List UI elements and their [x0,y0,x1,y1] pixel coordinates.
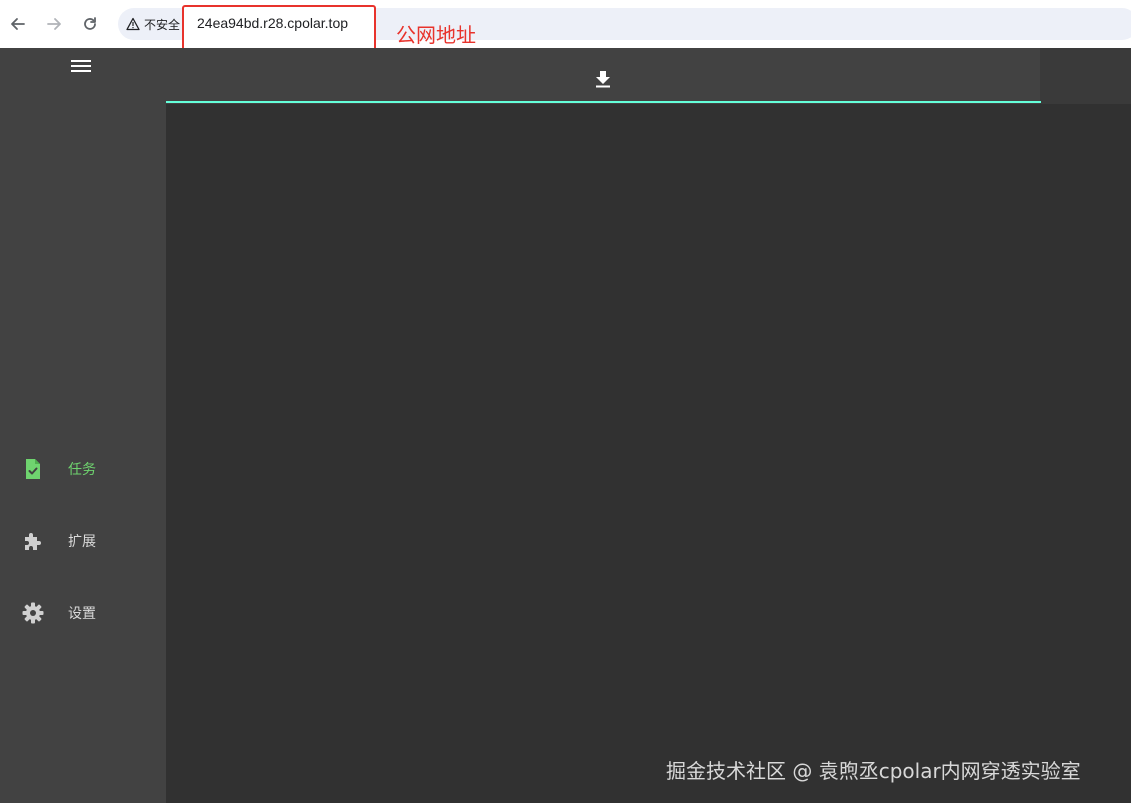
url-text[interactable]: 24ea94bd.r28.cpolar.top [197,15,348,31]
sidebar-item-label: 扩展 [68,534,96,550]
watermark-text: 掘金技术社区 @ 袁煦丞cpolar内网穿透实验室 [666,759,1081,783]
download-icon[interactable] [593,69,613,89]
task-file-check-icon [26,459,40,479]
puzzle-piece-icon [25,533,41,550]
main-content [166,104,1131,803]
reload-icon [84,17,96,30]
top-bar-edge [1040,48,1131,104]
gear-icon [22,602,44,624]
back-button[interactable] [7,13,29,35]
app-top-bar [166,48,1131,104]
sidebar-item-tasks[interactable]: 任务 [0,445,166,493]
back-arrow-icon [11,18,25,30]
annotation-label: 公网地址 [396,23,476,47]
reload-button[interactable] [79,13,101,35]
forward-button[interactable] [43,13,65,35]
sidebar: 任务 扩展 设置 [0,48,166,803]
sidebar-item-label: 设置 [68,606,96,622]
security-chip[interactable]: 不安全 [126,14,180,34]
screenshot-root: 不安全 24ea94bd.r28.cpolar.top 公网地址 任务 扩展 设… [0,0,1131,803]
sidebar-item-settings[interactable]: 设置 [0,589,166,637]
warning-icon [126,17,140,31]
sidebar-item-extensions[interactable]: 扩展 [0,517,166,565]
tab-indicator [166,101,1041,103]
hamburger-menu-icon[interactable] [71,60,91,76]
security-label: 不安全 [144,17,181,32]
sidebar-item-label: 任务 [68,462,96,478]
forward-arrow-icon [47,18,61,30]
